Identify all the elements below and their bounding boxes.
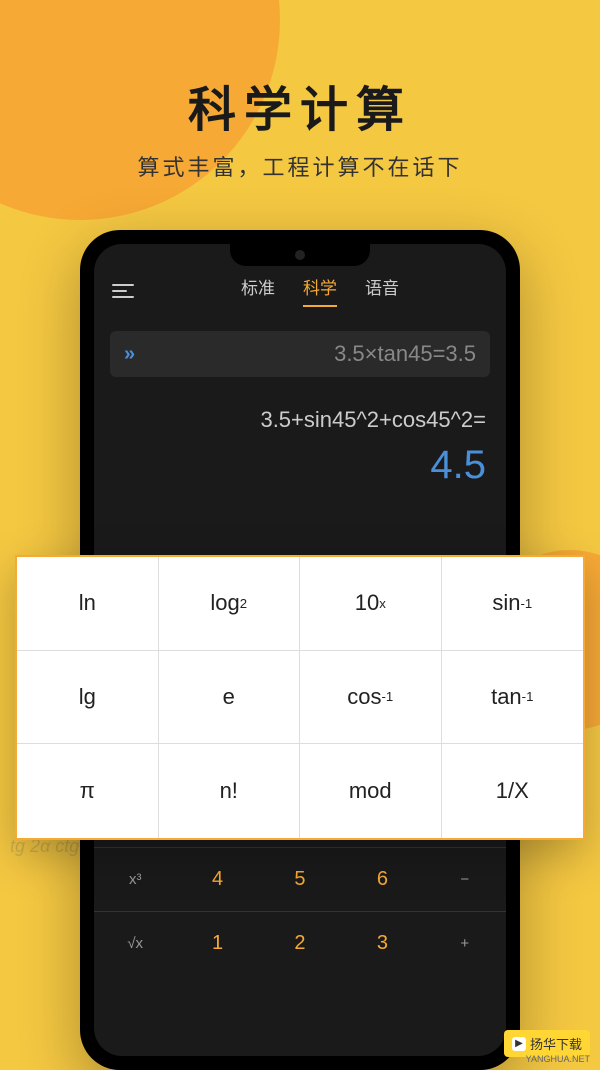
key-3[interactable]: 3 (341, 911, 423, 975)
key-arcsin[interactable]: sin-1 (442, 557, 584, 651)
key-reciprocal[interactable]: 1/X (442, 744, 584, 838)
result-display: 4.5 (94, 443, 506, 503)
watermark-url: YANGHUA.NET (526, 1054, 590, 1064)
key-6[interactable]: 6 (341, 847, 423, 911)
tab-standard[interactable]: 标准 (241, 274, 275, 307)
key-1[interactable]: 1 (176, 911, 258, 975)
menu-icon[interactable] (112, 284, 134, 298)
promo-subtitle: 算式丰富，工程计算不在话下 (0, 150, 600, 182)
key-mod[interactable]: mod (300, 744, 442, 838)
key-4[interactable]: 4 (176, 847, 258, 911)
promo-title: 科学计算 (0, 70, 600, 140)
key-ten-x[interactable]: 10x (300, 557, 442, 651)
key-pi[interactable]: π (17, 744, 159, 838)
key-arctan[interactable]: tan-1 (442, 651, 584, 745)
key-arccos[interactable]: cos-1 (300, 651, 442, 745)
function-panel: ln log2 10x sin-1 lg e cos-1 tan-1 π n! … (15, 555, 585, 840)
history-row[interactable]: » 3.5×tan45=3.5 (110, 331, 490, 377)
key-factorial[interactable]: n! (159, 744, 301, 838)
key-log2[interactable]: log2 (159, 557, 301, 651)
key-e[interactable]: e (159, 651, 301, 745)
numpad-row-3: √x 1 2 3 + (94, 911, 506, 975)
key-x-cubed[interactable]: x³ (94, 847, 176, 911)
key-plus[interactable]: + (424, 911, 506, 975)
history-text: 3.5×tan45=3.5 (145, 341, 476, 367)
expression-display: 3.5+sin45^2+cos45^2= (94, 377, 506, 443)
key-minus[interactable]: − (424, 847, 506, 911)
key-5[interactable]: 5 (259, 847, 341, 911)
key-ln[interactable]: ln (17, 557, 159, 651)
mode-tabs: 标准 科学 语音 (152, 274, 488, 307)
watermark-text: 扬华下载 (530, 1034, 582, 1053)
key-2[interactable]: 2 (259, 911, 341, 975)
history-expand-icon: » (124, 343, 135, 366)
tab-scientific[interactable]: 科学 (303, 274, 337, 307)
numpad-row-2: x³ 4 5 6 − (94, 847, 506, 911)
watermark-icon: ▶ (512, 1037, 526, 1051)
tab-voice[interactable]: 语音 (365, 274, 399, 307)
watermark-badge: ▶ 扬华下载 (504, 1030, 590, 1057)
key-sqrt[interactable]: √x (94, 911, 176, 975)
key-lg[interactable]: lg (17, 651, 159, 745)
phone-notch (230, 244, 370, 266)
